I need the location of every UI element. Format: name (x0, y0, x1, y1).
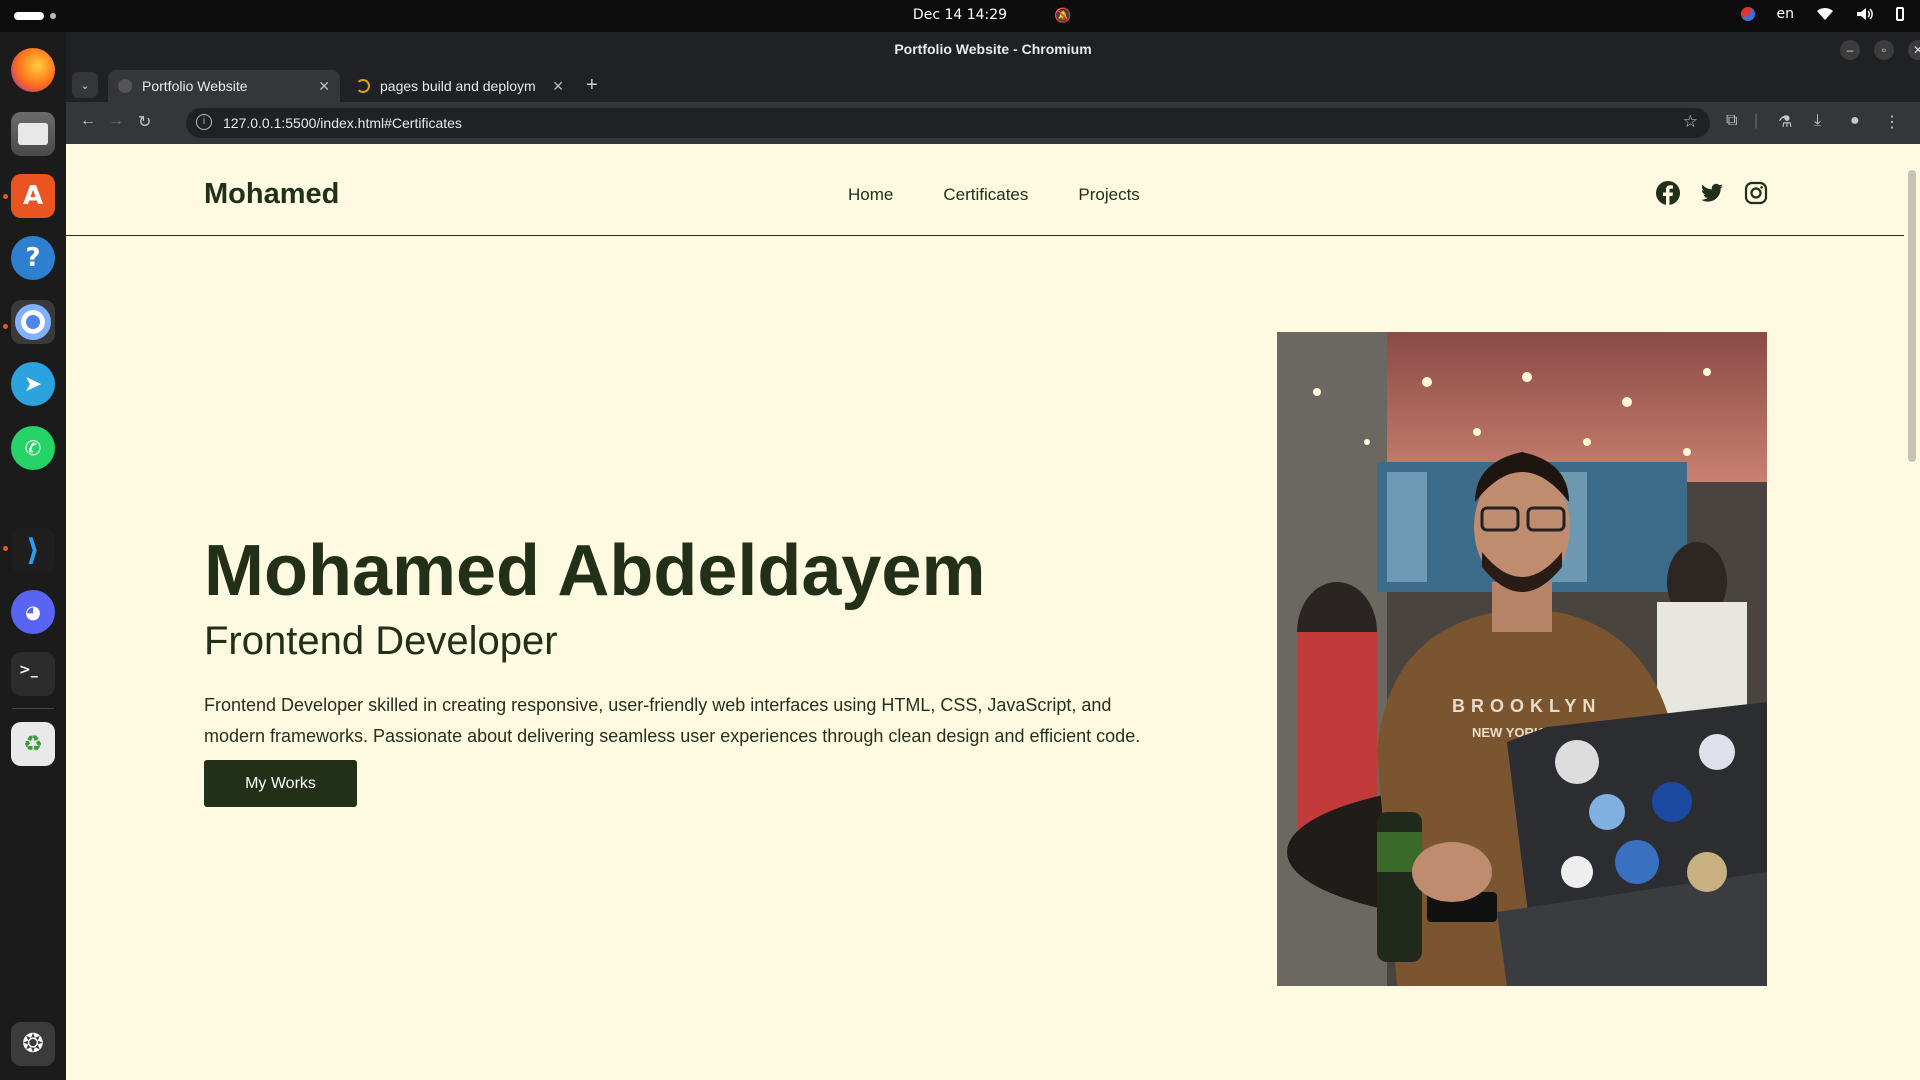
profile-photo-illustration: BROOKLYN NEW YORK (1277, 332, 1767, 986)
new-tab-button[interactable]: + (586, 74, 598, 97)
globe-icon (118, 79, 132, 93)
language-indicator[interactable]: en (1777, 6, 1795, 22)
help-icon[interactable]: ? (11, 236, 55, 280)
show-apps-icon[interactable]: ❂ (11, 1022, 55, 1066)
dock: A ? ➤ ✆ ⟩ ◕ >_ ♻ ❂ (0, 32, 66, 1080)
hero-role: Frontend Developer (204, 619, 558, 663)
trash-icon[interactable]: ♻ (11, 722, 55, 766)
social-links (1656, 181, 1768, 205)
hero-name: Mohamed Abdeldayem (204, 531, 986, 611)
instagram-icon[interactable] (1744, 181, 1768, 205)
discord-icon[interactable]: ◕ (11, 590, 55, 634)
labs-icon[interactable]: ⚗ (1778, 112, 1792, 132)
running-indicator (3, 546, 8, 551)
site-header: Mohamed Home Certificates Projects (66, 156, 1904, 236)
tab-label: pages build and deploym (380, 78, 536, 94)
downloads-icon[interactable]: ⤓ (1814, 112, 1821, 130)
running-indicator (3, 194, 8, 199)
twitter-icon[interactable] (1700, 181, 1724, 205)
tab-portfolio[interactable]: Portfolio Website ✕ (108, 70, 340, 102)
minimize-button[interactable]: – (1840, 40, 1860, 60)
screen-recording-icon[interactable] (1740, 7, 1755, 21)
system-tray[interactable]: en (1740, 6, 1904, 22)
tab-label: Portfolio Website (142, 78, 248, 94)
my-works-button[interactable]: My Works (204, 760, 357, 807)
extensions-icon[interactable]: ⧉ (1726, 112, 1737, 130)
files-icon[interactable] (11, 112, 55, 156)
telegram-icon[interactable]: ➤ (11, 362, 55, 406)
address-bar[interactable]: i 127.0.0.1:5500/index.html#Certificates… (186, 108, 1710, 138)
running-indicator (3, 324, 8, 329)
chromium-icon[interactable] (11, 300, 55, 344)
terminal-icon[interactable]: >_ (11, 652, 55, 696)
tab-strip: ⌄ Portfolio Website ✕ pages build and de… (66, 68, 1920, 102)
browser-window: Portfolio Website - Chromium – ▫ ✕ ⌄ Por… (66, 32, 1920, 1080)
hero-description: Frontend Developer skilled in creating r… (204, 695, 1141, 746)
site-info-icon[interactable]: i (196, 114, 212, 130)
url-text[interactable]: 127.0.0.1:5500/index.html#Certificates (223, 115, 462, 131)
vscode-icon[interactable]: ⟩ (11, 528, 55, 572)
maximize-button[interactable]: ▫ (1874, 40, 1894, 60)
firefox-icon[interactable] (11, 48, 55, 92)
nav-link-home[interactable]: Home (848, 185, 893, 205)
nav-link-certificates[interactable]: Certificates (943, 185, 1028, 205)
window-titlebar[interactable]: Portfolio Website - Chromium – ▫ ✕ (66, 32, 1920, 68)
profile-photo: BROOKLYN NEW YORK (1277, 332, 1767, 986)
window-title: Portfolio Website - Chromium (894, 41, 1092, 57)
tab-search-button[interactable]: ⌄ (72, 72, 98, 98)
page-scrollbar[interactable] (1904, 156, 1920, 1080)
back-icon[interactable]: ← (80, 112, 96, 130)
profile-icon[interactable]: ● (1850, 112, 1860, 130)
page-viewport: Mohamed Home Certificates Projects Moham… (66, 156, 1920, 1080)
menu-icon[interactable]: ⋮ (1884, 112, 1900, 132)
scrollbar-thumb[interactable] (1908, 170, 1916, 462)
browser-toolbar: ← → ↻ i 127.0.0.1:5500/index.html#Certif… (66, 102, 1920, 144)
site-brand[interactable]: Mohamed (204, 178, 339, 211)
battery-icon[interactable] (1896, 7, 1904, 21)
app-center-icon[interactable]: A (11, 174, 55, 218)
svg-text:BROOKLYN: BROOKLYN (1452, 696, 1601, 716)
system-clock[interactable]: Dec 14 14:29 (0, 7, 1920, 23)
forward-icon[interactable]: → (108, 112, 124, 130)
system-top-bar: Dec 14 14:29 🔕 en (0, 0, 1920, 32)
reload-icon[interactable]: ↻ (138, 112, 151, 132)
close-tab-icon[interactable]: ✕ (318, 78, 330, 95)
close-window-button[interactable]: ✕ (1908, 40, 1920, 60)
toolbar-divider: | (1754, 112, 1759, 129)
wifi-icon[interactable] (1816, 7, 1834, 21)
volume-icon[interactable] (1856, 7, 1874, 21)
bookmark-star-icon[interactable]: ☆ (1683, 112, 1698, 132)
dock-separator (12, 708, 54, 709)
notifications-muted-icon: 🔕 (1054, 7, 1072, 23)
whatsapp-icon[interactable]: ✆ (11, 426, 55, 470)
tab-pages-build[interactable]: pages build and deploym ✕ (346, 70, 574, 102)
nav-link-projects[interactable]: Projects (1078, 185, 1139, 205)
loading-icon (356, 79, 370, 93)
close-tab-icon[interactable]: ✕ (552, 78, 564, 95)
facebook-icon[interactable] (1656, 181, 1680, 205)
site-nav-links: Home Certificates Projects (848, 185, 1140, 205)
